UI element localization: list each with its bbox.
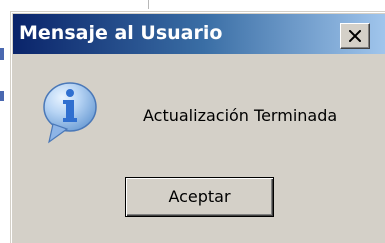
background-edge-mark (0, 48, 4, 60)
accept-button-label: Aceptar (168, 187, 231, 206)
screen: Mensaje al Usuario Actualización Termina… (0, 0, 385, 243)
close-icon (349, 30, 361, 42)
close-button[interactable] (340, 23, 370, 49)
dialog-titlebar[interactable]: Mensaje al Usuario (13, 14, 385, 54)
dialog-title: Mensaje al Usuario (19, 22, 223, 44)
dialog-message: Actualización Terminada (143, 106, 338, 125)
background-tick (148, 0, 149, 9)
info-icon (43, 82, 97, 144)
accept-button[interactable]: Aceptar (125, 177, 274, 217)
background-edge-mark (0, 91, 4, 101)
message-dialog: Mensaje al Usuario Actualización Termina… (10, 11, 385, 243)
